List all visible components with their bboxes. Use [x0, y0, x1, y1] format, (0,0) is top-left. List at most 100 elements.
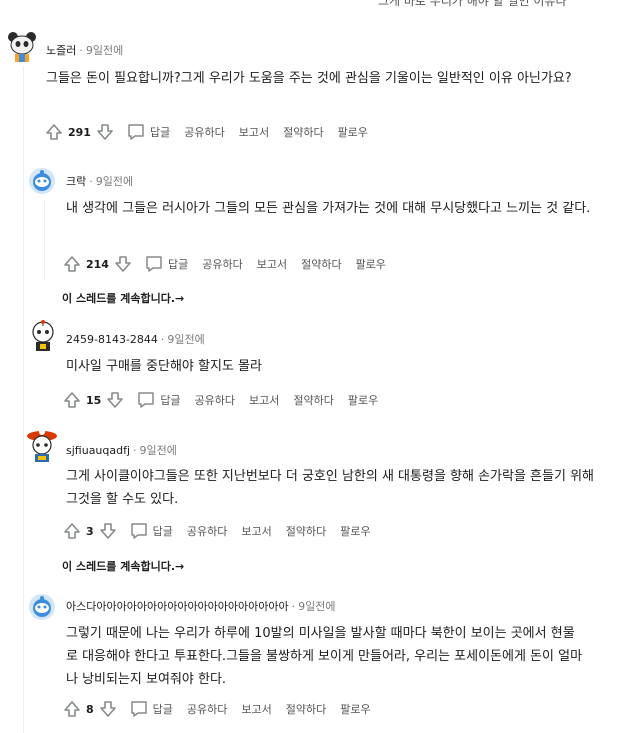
follow-button[interactable]: 팔로우	[340, 701, 370, 717]
downvote-icon[interactable]	[98, 699, 118, 719]
comment-actions: 3 답글 공유하다 보고서 절약하다 팔로우	[62, 519, 385, 543]
follow-button[interactable]: 팔로우	[348, 392, 378, 408]
report-button[interactable]: 보고서	[257, 256, 287, 272]
share-label: 공유하다	[186, 703, 228, 716]
separator-dot: ·	[291, 600, 296, 613]
comment-author[interactable]: sjfiuauqadfj	[66, 444, 130, 457]
comment-actions: 291 답글 공유하다 보고서 절약하다 팔로우	[44, 120, 382, 144]
comment-time[interactable]: 9일전에	[96, 175, 133, 188]
save-label: 절약하다	[293, 394, 334, 407]
separator-dot: ·	[79, 44, 83, 57]
avatar[interactable]	[28, 167, 56, 195]
avatar[interactable]	[28, 593, 56, 621]
continue-thread-link[interactable]: 이 스레드를 계속합니다.→	[62, 290, 184, 306]
follow-button[interactable]: 팔로우	[340, 523, 370, 539]
downvote-icon[interactable]	[105, 390, 125, 410]
report-button[interactable]: 보고서	[241, 523, 271, 539]
pirate-avatar-icon	[27, 429, 57, 462]
comment-bubble-icon	[138, 392, 155, 408]
save-button[interactable]: 절약하다	[293, 392, 333, 408]
thread-line[interactable]	[44, 200, 45, 280]
upvote-icon[interactable]	[62, 699, 82, 719]
save-button[interactable]: 절약하다	[286, 523, 326, 539]
comment-author[interactable]: 아스다아아아아아아아아아아아아아아아아아아아	[66, 600, 289, 613]
comment-bubble-icon	[146, 256, 162, 272]
report-label: 보고서	[241, 525, 272, 538]
comment-author[interactable]: 크락	[66, 175, 86, 188]
separator-dot: ·	[89, 175, 93, 188]
snoo-avatar-icon	[29, 594, 55, 620]
downvote-icon[interactable]	[98, 521, 118, 541]
upvote-icon[interactable]	[44, 122, 64, 142]
report-button[interactable]: 보고서	[239, 124, 269, 140]
share-label: 공유하다	[202, 258, 243, 271]
comment-body: 미사일 구매를 중단해야 할지도 몰라	[66, 359, 262, 374]
cut-off-text: 그게 바로 우리가 해야 할 일인 이유다	[378, 0, 567, 8]
upvote-icon[interactable]	[62, 521, 82, 541]
share-label: 공유하다	[184, 126, 225, 139]
comment-time[interactable]: 9일전에	[167, 333, 204, 346]
upvote-icon[interactable]	[62, 390, 82, 410]
reply-label: 답글	[167, 258, 189, 271]
upvote-icon[interactable]	[62, 254, 82, 274]
downvote-icon[interactable]	[113, 254, 133, 274]
reply-label: 답글	[152, 525, 173, 538]
follow-label: 팔로우	[355, 258, 386, 271]
avatar[interactable]	[26, 428, 58, 462]
save-label: 절약하다	[285, 703, 327, 716]
save-label: 절약하다	[301, 258, 342, 271]
report-button[interactable]: 보고서	[241, 701, 271, 717]
comment-bubble-icon	[130, 523, 147, 539]
comment-body: 내 생각에 그들은 러시아가 그들의 모든 관심을 가져가는 것에 대해 무시당…	[66, 201, 591, 216]
follow-label: 팔로우	[347, 394, 379, 407]
share-label: 공유하다	[194, 394, 236, 407]
follow-label: 팔로우	[340, 703, 371, 716]
reply-button[interactable]: 답글	[130, 522, 173, 540]
save-button[interactable]: 절약하다	[286, 701, 326, 717]
comment-bubble-icon	[130, 701, 147, 717]
comment-bubble-icon	[128, 124, 144, 140]
follow-button[interactable]: 팔로우	[338, 124, 368, 140]
follow-label: 팔로우	[337, 126, 368, 139]
reply-button[interactable]: 답글	[127, 123, 170, 141]
comment-time[interactable]: 9일전에	[86, 44, 123, 57]
comment-actions: 15 답글 공유하다 보고서 절약하다 팔로우	[62, 388, 392, 412]
vote-score: 291	[68, 125, 91, 139]
save-button[interactable]: 절약하다	[283, 124, 323, 140]
vote-score: 214	[86, 257, 109, 271]
report-button[interactable]: 보고서	[249, 392, 279, 408]
reply-button[interactable]: 답글	[145, 255, 188, 273]
vote-score: 15	[86, 393, 102, 407]
share-button[interactable]: 공유하다	[202, 256, 242, 272]
follow-button[interactable]: 팔로우	[356, 256, 386, 272]
reply-button[interactable]: 답글	[137, 391, 181, 409]
comment-actions: 214 답글 공유하다 보고서 절약하다 팔로우	[62, 252, 400, 276]
panda-avatar-icon	[7, 31, 37, 62]
report-label: 보고서	[256, 258, 288, 271]
comment-author[interactable]: 2459-8143-2844	[66, 333, 158, 346]
downvote-icon[interactable]	[95, 122, 115, 142]
save-button[interactable]: 절약하다	[301, 256, 341, 272]
save-label: 절약하다	[285, 525, 327, 538]
share-label: 공유하다	[186, 525, 228, 538]
share-button[interactable]: 공유하다	[195, 392, 235, 408]
snoo-avatar-icon	[29, 168, 55, 194]
thread-line[interactable]	[23, 66, 24, 733]
avatar[interactable]	[6, 30, 38, 62]
reply-label: 답글	[152, 703, 173, 716]
comment-time[interactable]: 9일전에	[140, 444, 177, 457]
share-button[interactable]: 공유하다	[184, 124, 224, 140]
report-label: 보고서	[241, 703, 272, 716]
reply-label: 답글	[160, 394, 181, 407]
vote-score: 3	[86, 524, 94, 538]
continue-thread-link[interactable]: 이 스레드를 계속합니다.→	[62, 558, 184, 574]
comment-author[interactable]: 노즐러	[46, 44, 76, 57]
share-button[interactable]: 공유하다	[187, 523, 227, 539]
comment-time[interactable]: 9일전에	[298, 600, 335, 613]
avatar[interactable]	[28, 320, 58, 352]
reply-label: 답글	[149, 126, 171, 139]
comment-body: 그들은 돈이 필요합니까?그게 우리가 도움을 주는 것에 관심을 기울이는 일…	[46, 71, 572, 86]
reply-button[interactable]: 답글	[130, 700, 173, 718]
share-button[interactable]: 공유하다	[187, 701, 227, 717]
separator-dot: ·	[133, 444, 137, 457]
